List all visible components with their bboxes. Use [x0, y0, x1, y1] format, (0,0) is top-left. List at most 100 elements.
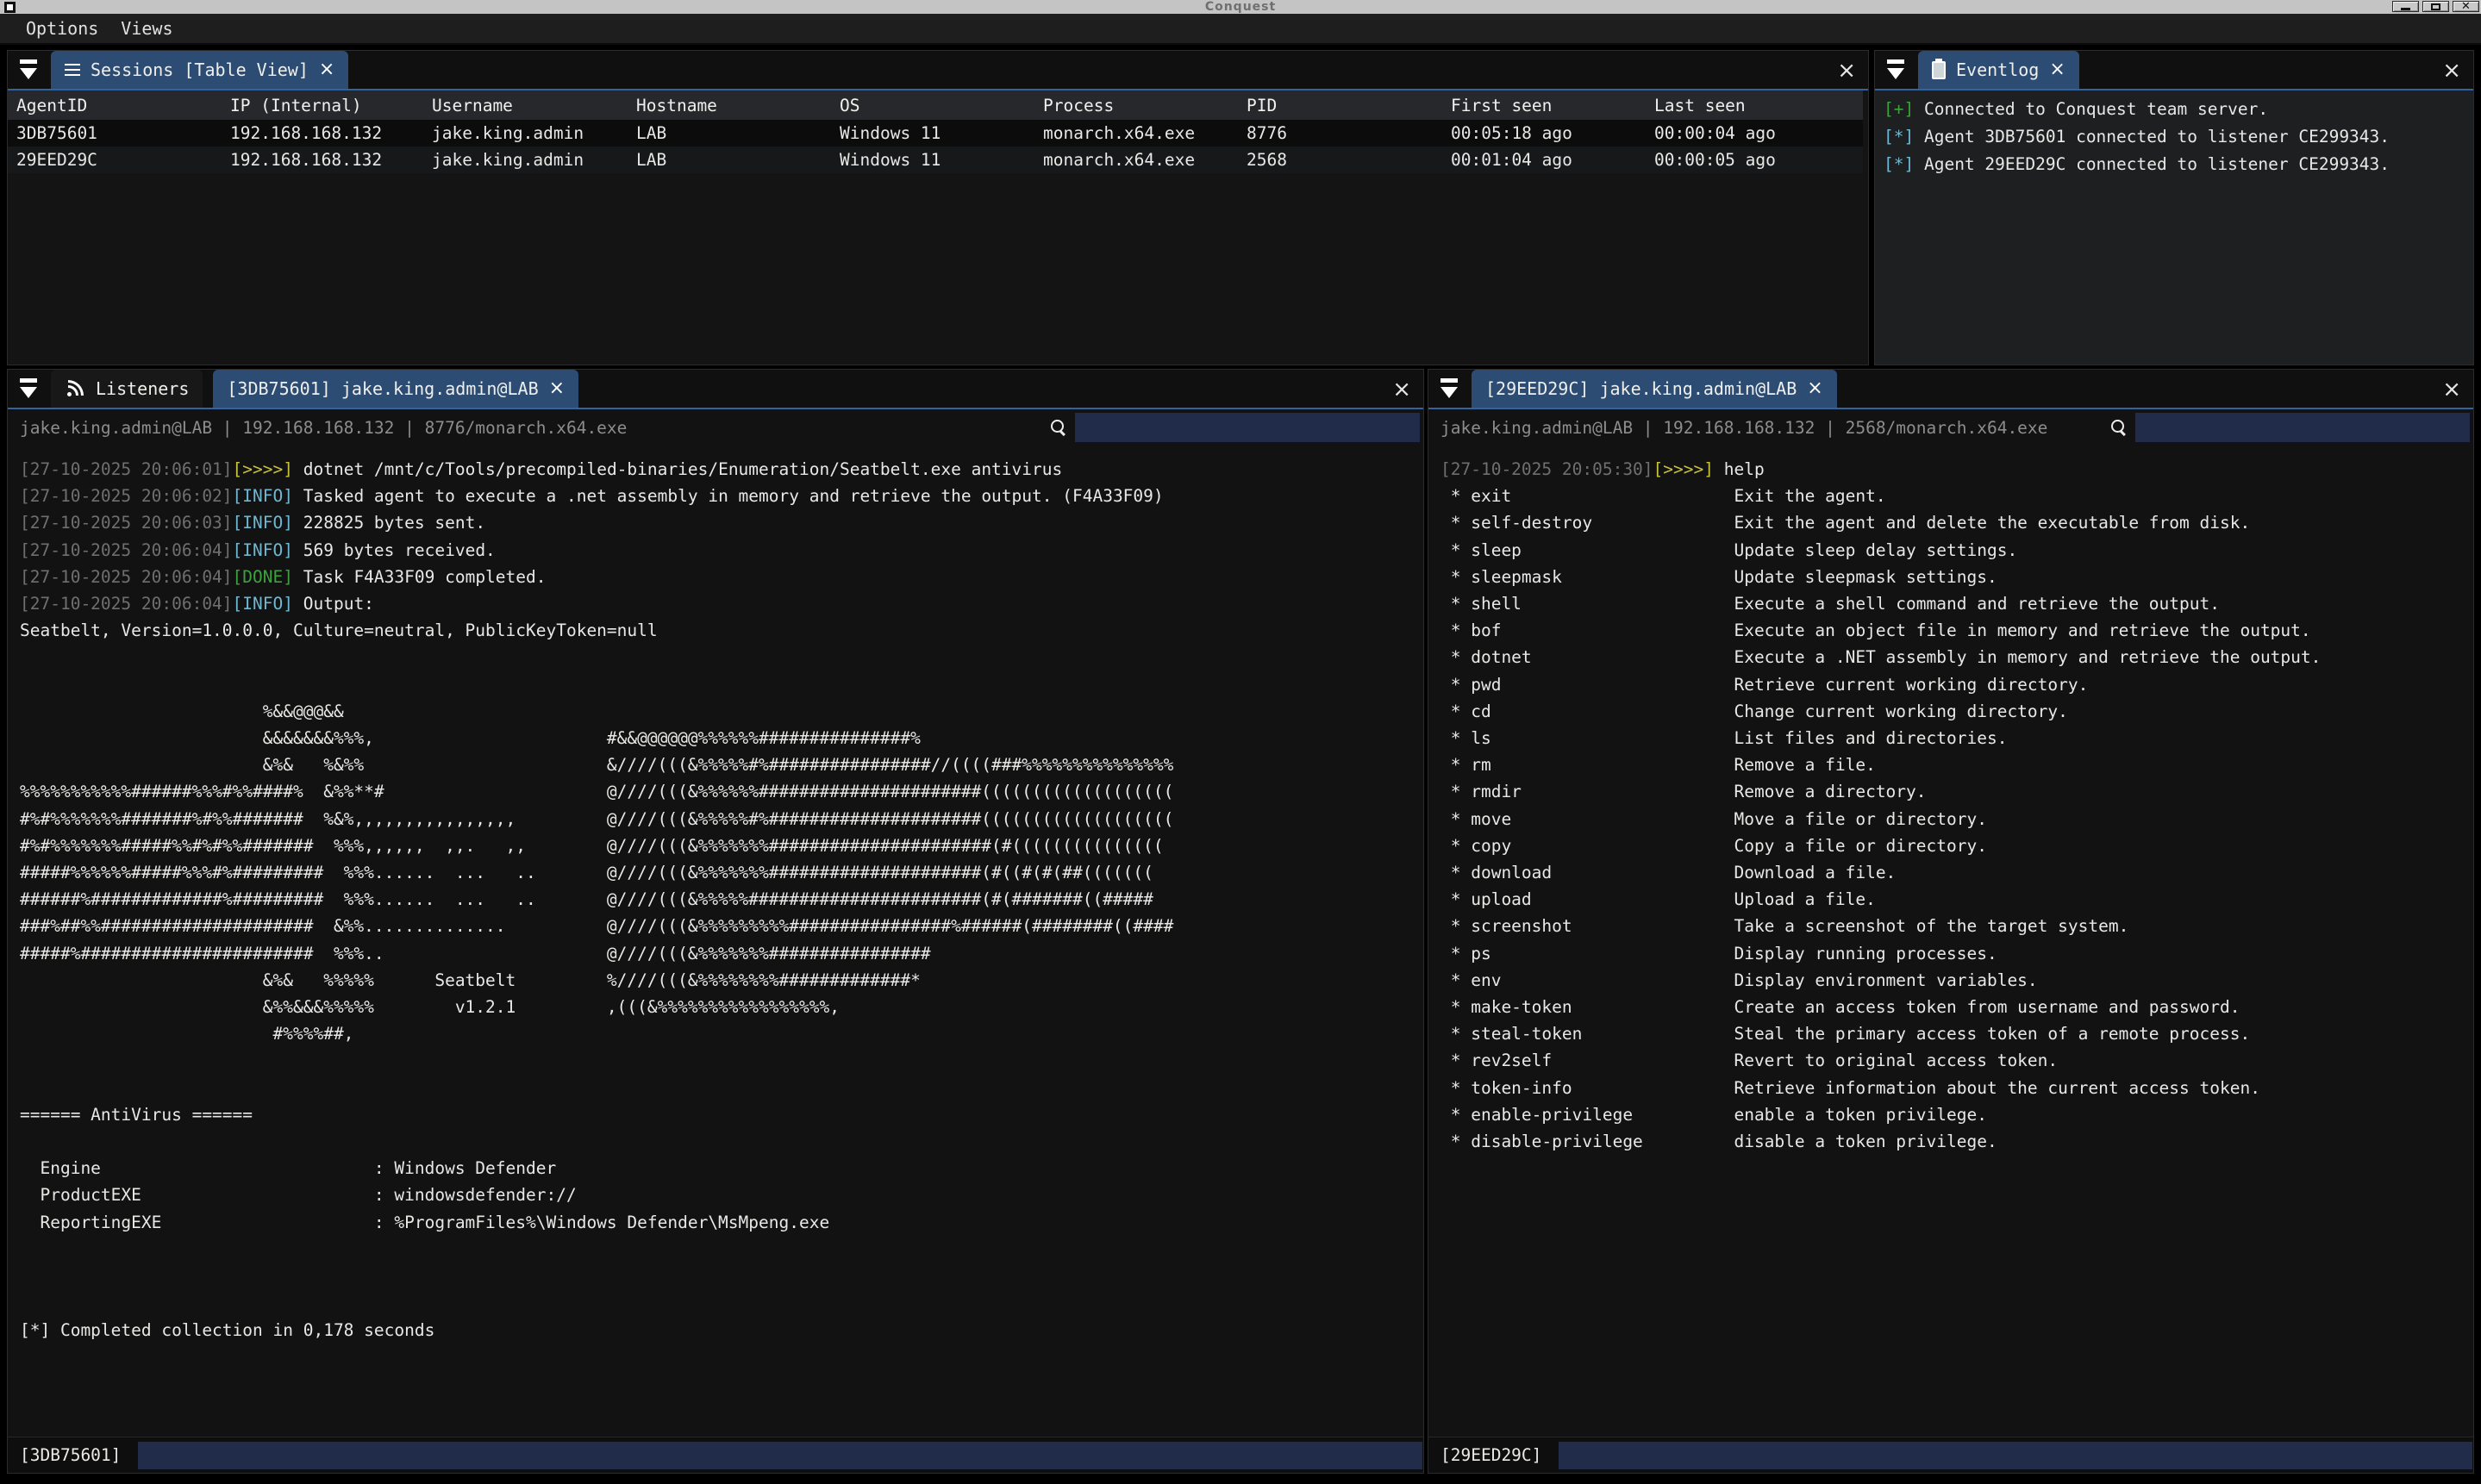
column-header-os[interactable]: OS: [831, 96, 1034, 115]
sessions-pane-close-icon[interactable]: ×: [1837, 59, 1856, 82]
command-help-line: * sleepmask Update sleepmask settings.: [1440, 564, 2473, 590]
collapse-pane-icon[interactable]: [1439, 377, 1461, 402]
command-help-line: * bof Execute an object file in memory a…: [1440, 617, 2473, 644]
console-pane-close-icon[interactable]: ×: [2442, 378, 2461, 401]
output-line: %&&@@@&&: [20, 698, 1423, 725]
close-button[interactable]: ✕: [2453, 1, 2479, 12]
prompt-label: [3DB75601]: [20, 1445, 121, 1465]
command-help-line: * download Download a file.: [1440, 859, 2473, 886]
eventlog-pane: Eventlog × × [+] Connected to Conquest t…: [1874, 50, 2474, 365]
column-header-ip-internal-[interactable]: IP (Internal): [222, 96, 423, 115]
agent-status-row: jake.king.admin@LAB | 192.168.168.132 | …: [8, 409, 1423, 446]
command-help-line: * exit Exit the agent.: [1440, 483, 2473, 509]
column-header-hostname[interactable]: Hostname: [628, 96, 831, 115]
tab-label: Eventlog: [1956, 59, 2039, 80]
agent-status-text: jake.king.admin@LAB | 192.168.168.132 | …: [20, 418, 627, 438]
session-row-3DB75601[interactable]: 3DB75601192.168.168.132jake.king.adminLA…: [8, 120, 1863, 147]
console-pane-agent-29EED29C: [29EED29C] jake.king.admin@LAB × × jake.…: [1428, 369, 2474, 1474]
command-help-line: * token-info Retrieve information about …: [1440, 1075, 2473, 1101]
command-help-line: * sleep Update sleep delay settings.: [1440, 537, 2473, 564]
table-list-icon: [65, 64, 80, 65]
command-input[interactable]: [138, 1442, 1422, 1469]
output-line: [20, 1047, 1423, 1074]
collapse-pane-icon[interactable]: [18, 58, 41, 84]
search-icon: [1049, 418, 1068, 437]
tab-eventlog[interactable]: Eventlog ×: [1918, 51, 2079, 89]
column-header-last-seen[interactable]: Last seen: [1646, 96, 1863, 115]
eventlog-icon: [1932, 61, 1946, 79]
eventlog-body: [+] Connected to Conquest team server.[*…: [1875, 90, 2473, 365]
output-line: ######%#############%######### %%%......…: [20, 886, 1423, 913]
command-input[interactable]: [1559, 1442, 2472, 1469]
tab-sessions-table-view[interactable]: Sessions [Table View] ×: [51, 51, 348, 89]
eventlog-pane-close-icon[interactable]: ×: [2442, 59, 2461, 82]
output-line: ###%##%%##################### &%%.......…: [20, 913, 1423, 939]
eventlog-line: [+] Connected to Conquest team server.: [1884, 96, 2473, 123]
output-line: &&&&&&&%%%, #&&@@@@@@%%%%%%#############…: [20, 725, 1423, 751]
minimize-icon: [2401, 8, 2410, 10]
collapse-pane-icon[interactable]: [1885, 58, 1908, 84]
tab-agent-29EED29C[interactable]: [29EED29C] jake.king.admin@LAB ×: [1472, 370, 1837, 408]
output-line: #%#%%%%%%%#######%#%%####### %&%,,,,,,,,…: [20, 806, 1423, 832]
column-header-agentid[interactable]: AgentID: [8, 96, 222, 115]
tab-agent-3DB75601[interactable]: [3DB75601] jake.king.admin@LAB ×: [213, 370, 578, 408]
eventlog-line: [*] Agent 3DB75601 connected to listener…: [1884, 123, 2473, 151]
output-line: [20, 1289, 1423, 1316]
log-line: [27-10-2025 20:06:01][>>>>] dotnet /mnt/…: [20, 456, 1423, 483]
log-line: [27-10-2025 20:06:04][INFO] 569 bytes re…: [20, 537, 1423, 564]
column-header-pid[interactable]: PID: [1238, 96, 1442, 115]
output-line: [20, 671, 1423, 698]
maximize-button[interactable]: [2422, 1, 2449, 12]
output-line: &%%&&&%%%%% v1.2.1 ,(((&%%%%%%%%%%%%%%%%…: [20, 994, 1423, 1020]
command-help-line: * ps Display running processes.: [1440, 940, 2473, 967]
command-help-line: * make-token Create an access token from…: [1440, 994, 2473, 1020]
tab-close-icon[interactable]: ×: [549, 379, 565, 398]
log-line: [27-10-2025 20:06:04][DONE] Task F4A33F0…: [20, 564, 1423, 590]
command-help-line: * rmdir Remove a directory.: [1440, 778, 2473, 805]
tab-label: Listeners: [96, 378, 189, 399]
column-header-process[interactable]: Process: [1034, 96, 1238, 115]
output-line: Seatbelt, Version=1.0.0.0, Culture=neutr…: [20, 617, 1423, 644]
session-row-29EED29C[interactable]: 29EED29C192.168.168.132jake.king.adminLA…: [8, 147, 1863, 173]
minimize-button[interactable]: [2392, 1, 2419, 12]
output-line: #%#%%%%%%%#####%%#%#%%####### %%%,,,,,, …: [20, 832, 1423, 859]
prompt-label: [29EED29C]: [1440, 1445, 1541, 1465]
column-header-username[interactable]: Username: [423, 96, 628, 115]
console-search-input[interactable]: [2135, 413, 2470, 442]
command-help-line: * screenshot Take a screenshot of the ta…: [1440, 913, 2473, 939]
console-tab-bar: [29EED29C] jake.king.admin@LAB × ×: [1428, 370, 2473, 409]
output-line: ReportingEXE : %ProgramFiles%\Windows De…: [20, 1209, 1423, 1236]
eventlog-tab-bar: Eventlog × ×: [1875, 51, 2473, 90]
console-search-input[interactable]: [1075, 413, 1420, 442]
log-line: [27-10-2025 20:05:30][>>>>] help: [1440, 456, 2473, 483]
tab-close-icon[interactable]: ×: [319, 60, 334, 79]
menu-item-views[interactable]: Views: [121, 18, 172, 39]
console-output: [27-10-2025 20:05:30][>>>>] help * exit …: [1428, 446, 2473, 1437]
menu-bar: Options Views: [0, 14, 2481, 45]
command-help-line: * pwd Retrieve current working directory…: [1440, 671, 2473, 698]
output-line: [20, 1236, 1423, 1263]
command-prompt-bar: [3DB75601]: [8, 1437, 1423, 1473]
console-pane-agent-3DB75601: Listeners [3DB75601] jake.king.admin@LAB…: [7, 369, 1424, 1474]
tab-listeners[interactable]: Listeners: [51, 370, 203, 408]
command-help-line: * disable-privilege disable a token priv…: [1440, 1128, 2473, 1155]
tab-label: [3DB75601] jake.king.admin@LAB: [227, 378, 538, 399]
command-help-line: * upload Upload a file.: [1440, 886, 2473, 913]
output-line: Engine : Windows Defender: [20, 1155, 1423, 1182]
tab-close-icon[interactable]: ×: [2049, 60, 2065, 79]
output-line: [20, 1128, 1423, 1155]
command-help-line: * self-destroy Exit the agent and delete…: [1440, 509, 2473, 536]
output-line: #####%%%%%%#####%%%#%######### %%%......…: [20, 859, 1423, 886]
console-tab-bar: Listeners [3DB75601] jake.king.admin@LAB…: [8, 370, 1423, 409]
console-pane-close-icon[interactable]: ×: [1392, 378, 1411, 401]
tab-close-icon[interactable]: ×: [1807, 379, 1822, 398]
tab-label: [29EED29C] jake.king.admin@LAB: [1485, 378, 1797, 399]
output-line: [20, 644, 1423, 670]
column-header-first-seen[interactable]: First seen: [1442, 96, 1646, 115]
output-line: [*] Completed collection in 0,178 second…: [20, 1317, 1423, 1344]
log-line: [27-10-2025 20:06:02][INFO] Tasked agent…: [20, 483, 1423, 509]
output-line: #%%%%##,: [20, 1020, 1423, 1047]
command-prompt-bar: [29EED29C]: [1428, 1437, 2473, 1473]
menu-item-options[interactable]: Options: [26, 18, 98, 39]
collapse-pane-icon[interactable]: [18, 377, 41, 402]
